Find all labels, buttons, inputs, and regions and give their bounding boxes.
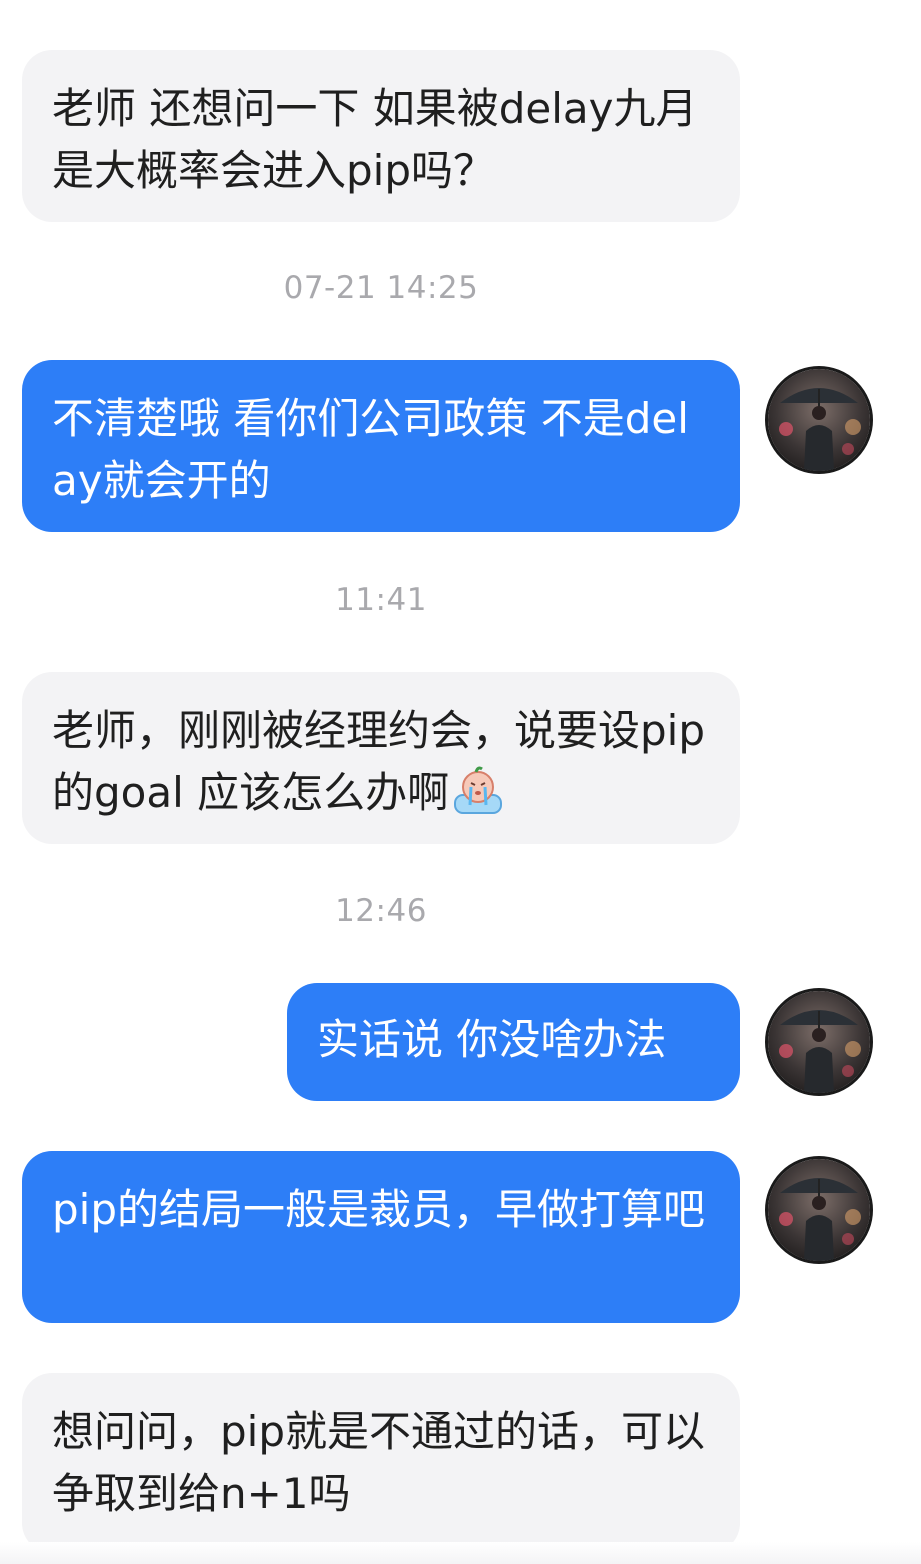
message-timestamp: 11:41 — [335, 582, 427, 618]
outgoing-message-bubble[interactable]: 实话说 你没啥办法 — [287, 983, 740, 1101]
avatar-icon — [768, 369, 870, 471]
message-text: 老师，刚刚被经理约会，说要设pip的goal 应该怎么办啊 — [52, 706, 705, 817]
bottom-edge — [0, 1542, 921, 1564]
incoming-message-bubble[interactable]: 想问问，pip就是不通过的话，可以争取到给n+1吗 — [22, 1373, 740, 1553]
outgoing-message-bubble[interactable]: pip的结局一般是裁员，早做打算吧 — [22, 1151, 740, 1323]
avatar-icon — [768, 991, 870, 1093]
crying-emoji-icon — [449, 765, 507, 817]
incoming-message-bubble[interactable]: 老师，刚刚被经理约会，说要设pip的goal 应该怎么办啊 — [22, 672, 740, 844]
message-timestamp: 07-21 14:25 — [283, 270, 479, 306]
outgoing-message-bubble[interactable]: 不清楚哦 看你们公司政策 不是delay就会开的 — [22, 360, 740, 532]
message-text: 想问问，pip就是不通过的话，可以争取到给n+1吗 — [52, 1407, 705, 1518]
avatar-icon — [768, 1159, 870, 1261]
message-timestamp: 12:46 — [335, 893, 427, 929]
message-text: 老师 还想问一下 如果被delay九月是大概率会进入pip吗？ — [52, 84, 698, 195]
avatar[interactable] — [765, 366, 873, 474]
incoming-message-bubble[interactable]: 老师 还想问一下 如果被delay九月是大概率会进入pip吗？ — [22, 50, 740, 222]
message-text: 不清楚哦 看你们公司政策 不是delay就会开的 — [52, 394, 689, 505]
avatar[interactable] — [765, 1156, 873, 1264]
avatar[interactable] — [765, 988, 873, 1096]
message-text: 实话说 你没啥办法 — [317, 1015, 667, 1064]
message-text: pip的结局一般是裁员，早做打算吧 — [52, 1185, 705, 1234]
chat-conversation: 老师 还想问一下 如果被delay九月是大概率会进入pip吗？ 07-21 14… — [0, 0, 921, 1564]
